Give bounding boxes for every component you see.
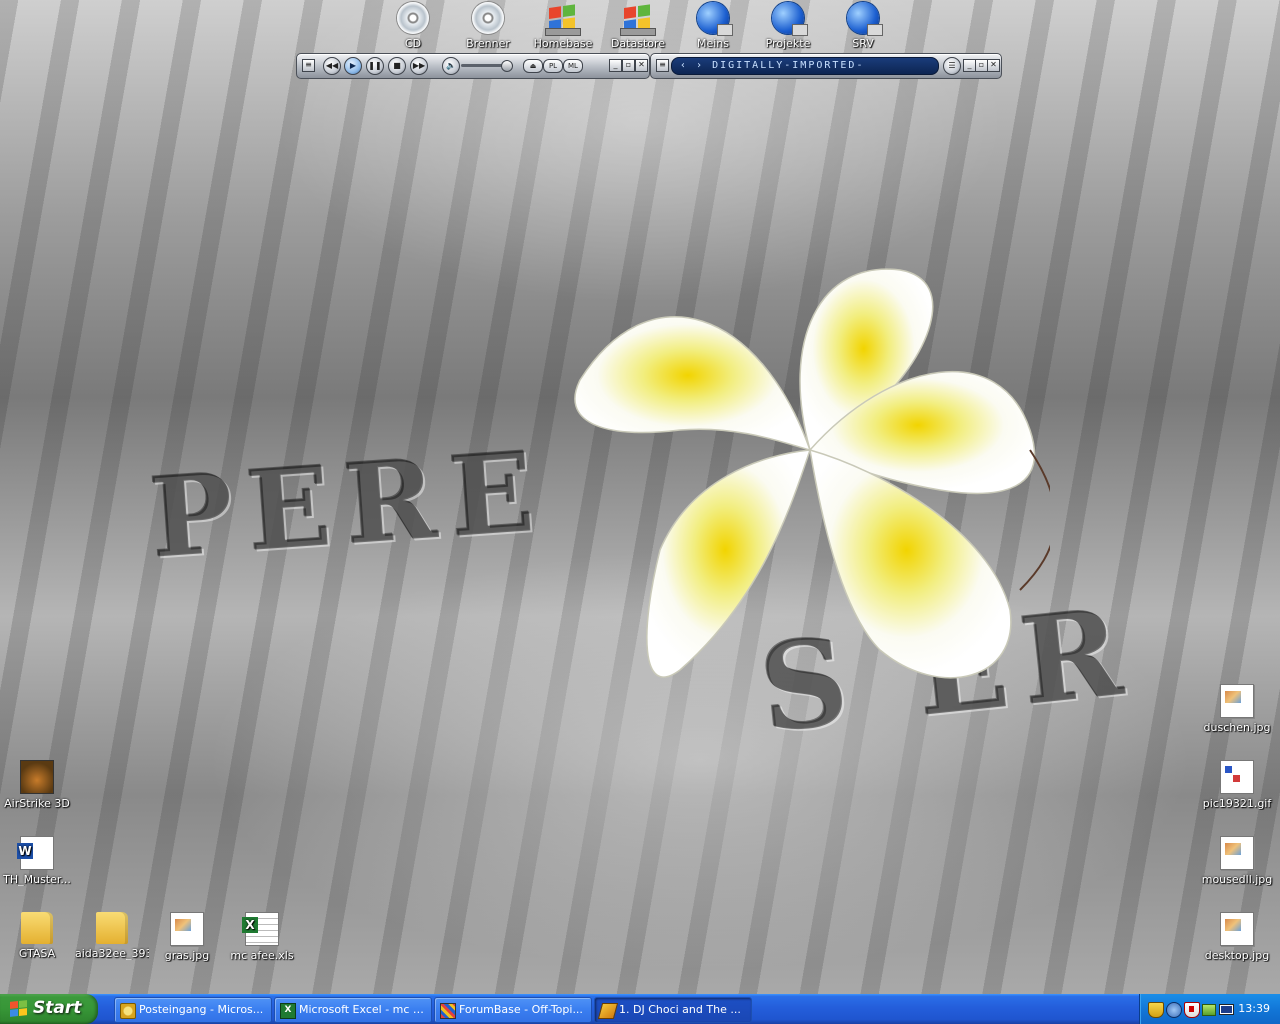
desktop-icon-label: Datastore: [610, 37, 666, 50]
minimize-button[interactable]: _: [609, 59, 622, 72]
wallpaper-flower: [574, 268, 1050, 679]
network-drive-icon: [622, 0, 654, 37]
desktop-icon-gras-jpg[interactable]: gras.jpg: [150, 912, 224, 962]
desktop-icon-label: SRV: [852, 37, 874, 50]
desktop-icon-label: Brenner: [466, 37, 510, 50]
winamp-menu-button[interactable]: ≡: [656, 59, 669, 72]
network-globe-icon: [772, 2, 808, 36]
mcafee-shield-icon[interactable]: [1184, 1002, 1200, 1018]
next-button[interactable]: ▶▶: [410, 57, 428, 75]
song-title-display[interactable]: ‹ › DIGITALLY-IMPORTED-: [671, 57, 939, 75]
taskbar-button-label: 1. DJ Choci and The ...: [619, 1003, 741, 1016]
desktop-icon-label: mc afee.xls: [230, 949, 294, 962]
tray-app-icon[interactable]: [1166, 1002, 1182, 1018]
desktop-icon-desktop-jpg[interactable]: desktop.jpg: [1200, 912, 1274, 962]
desktop-icon-homebase[interactable]: Homebase: [526, 0, 600, 50]
desktop-icon-datastore[interactable]: Datastore: [601, 0, 675, 50]
shade-button[interactable]: ▫: [622, 59, 635, 72]
desktop-icon-label: AirStrike 3D: [4, 797, 70, 810]
display-monitor-icon[interactable]: [1219, 1004, 1234, 1015]
media-library-toggle-button[interactable]: ML: [563, 59, 583, 73]
word-document-icon: [17, 836, 54, 870]
close-button[interactable]: ✕: [987, 59, 1000, 72]
close-button[interactable]: ✕: [635, 59, 648, 72]
start-label: Start: [33, 998, 82, 1018]
cd-icon: [472, 2, 504, 34]
image-file-icon: [1220, 684, 1254, 718]
desktop[interactable]: PERE S ER CD Brenner Homebase Datastore …: [0, 0, 1280, 994]
network-drive-icon: [547, 0, 579, 37]
desktop-icon-label: duschen.jpg: [1203, 721, 1271, 734]
winamp-display-window[interactable]: ≡ ‹ › DIGITALLY-IMPORTED- ☰ _ ▫ ✕: [650, 53, 1002, 79]
desktop-icon-mc-afee-xls[interactable]: mc afee.xls: [225, 912, 299, 962]
desktop-icon-label: Homebase: [533, 37, 593, 50]
folder-icon: [21, 912, 53, 944]
image-file-icon: [1220, 836, 1254, 870]
desktop-icon-projekte[interactable]: Projekte: [751, 2, 825, 50]
desktop-icon-label: aida32ee_393: [75, 947, 149, 960]
image-file-icon: [1220, 912, 1254, 946]
desktop-icon-srv[interactable]: SRV: [826, 2, 900, 50]
desktop-icon-mousedll-jpg[interactable]: mousedll.jpg: [1200, 836, 1274, 886]
volume-slider-handle[interactable]: [501, 60, 513, 72]
cd-icon: [397, 2, 429, 34]
taskbar-button-forumbase[interactable]: ForumBase - Off-Topi...: [434, 997, 592, 1023]
gif-file-icon: [1220, 760, 1254, 794]
desktop-icon-label: gras.jpg: [164, 949, 210, 962]
excel-icon: X: [280, 1003, 296, 1019]
stop-button[interactable]: ■: [388, 57, 406, 75]
game-icon: [20, 760, 54, 794]
outlook-icon: [120, 1003, 136, 1019]
taskbar-clock[interactable]: 13:39: [1238, 994, 1270, 1024]
desktop-icon-pic19321-gif[interactable]: pic19321.gif: [1200, 760, 1274, 810]
volume-icon: 🔈: [442, 57, 460, 75]
desktop-icon-label: Meins: [696, 37, 730, 50]
forumbase-icon: [440, 1003, 456, 1019]
desktop-icon-th-muster[interactable]: TH_Muster...: [0, 836, 74, 886]
folder-icon: [96, 912, 128, 944]
pause-button[interactable]: ❚❚: [366, 57, 384, 75]
network-globe-icon: [697, 2, 733, 36]
desktop-icon-cd[interactable]: CD: [376, 2, 450, 50]
desktop-icon-meins[interactable]: Meins: [676, 2, 750, 50]
winamp-menu-button[interactable]: ≡: [302, 59, 315, 72]
previous-button[interactable]: ◀◀: [323, 57, 341, 75]
excel-file-icon: [242, 912, 279, 946]
desktop-icon-brenner[interactable]: Brenner: [451, 2, 525, 50]
playlist-toggle-button[interactable]: PL: [543, 59, 563, 73]
wallpaper-carving-1: PERE: [145, 426, 552, 583]
desktop-icon-label: CD: [404, 37, 422, 50]
taskbar-button-label: ForumBase - Off-Topi...: [459, 1003, 583, 1016]
taskbar-button-outlook[interactable]: Posteingang - Micros...: [114, 997, 272, 1023]
desktop-icon-label: pic19321.gif: [1202, 797, 1272, 810]
desktop-icon-label: TH_Muster...: [3, 873, 71, 886]
system-tray: 13:39: [1139, 994, 1280, 1024]
network-globe-icon: [847, 2, 883, 36]
network-icon[interactable]: [1202, 1004, 1216, 1016]
eject-button[interactable]: ⏏: [523, 59, 543, 73]
desktop-icon-gtasa[interactable]: GTASA: [0, 912, 74, 960]
taskbar: Start Posteingang - Micros... X Microsof…: [0, 994, 1280, 1024]
menu-list-icon[interactable]: ☰: [943, 57, 961, 75]
desktop-icon-label: desktop.jpg: [1204, 949, 1270, 962]
desktop-icon-airstrike-3d[interactable]: AirStrike 3D: [0, 760, 74, 810]
desktop-icon-label: Projekte: [765, 37, 811, 50]
start-button[interactable]: Start: [0, 994, 98, 1024]
winamp-icon: [597, 1003, 619, 1019]
security-shield-icon[interactable]: [1148, 1002, 1164, 1018]
image-file-icon: [170, 912, 204, 946]
taskbar-button-winamp[interactable]: 1. DJ Choci and The ...: [594, 997, 752, 1023]
desktop-icon-duschen-jpg[interactable]: duschen.jpg: [1200, 684, 1274, 734]
taskbar-button-excel[interactable]: X Microsoft Excel - mc a...: [274, 997, 432, 1023]
windows-logo-icon: [10, 1000, 27, 1018]
winamp-main-window[interactable]: ≡ ◀◀ ▶ ❚❚ ■ ▶▶ 🔈 ⏏ PL ML _ ▫ ✕: [296, 53, 650, 79]
taskbar-button-label: Posteingang - Micros...: [139, 1003, 264, 1016]
desktop-icon-label: GTASA: [18, 947, 56, 960]
play-button[interactable]: ▶: [344, 57, 362, 75]
desktop-icon-label: mousedll.jpg: [1201, 873, 1273, 886]
taskbar-button-label: Microsoft Excel - mc a...: [299, 1003, 427, 1016]
desktop-icon-aida32ee[interactable]: aida32ee_393: [75, 912, 149, 960]
